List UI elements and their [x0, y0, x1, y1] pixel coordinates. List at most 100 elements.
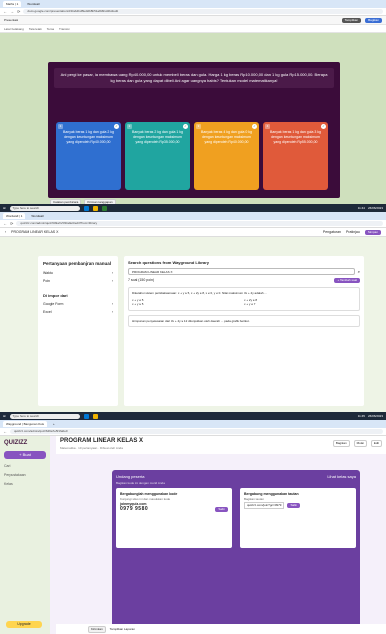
tab-inactive[interactable]: Wordwall — [24, 1, 42, 7]
answer-card[interactable]: 4 ✓ Banyak beras 1 kg dan gula 3 kg dengan… — [263, 122, 328, 190]
edit-button[interactable]: Edit — [370, 440, 382, 447]
start-button[interactable]: Mulai — [353, 440, 367, 447]
tab-label: Wordwall | 1 — [6, 214, 23, 218]
results-row: 7 soal (150 poin) + Tambah soal — [128, 278, 360, 283]
show-report-link[interactable]: Tampilkan Laporan — [110, 627, 135, 631]
reload-icon[interactable]: ⟳ — [17, 9, 20, 14]
add-question-button[interactable]: + Tambah soal — [334, 278, 360, 283]
copy-code-button[interactable]: Salin — [215, 507, 228, 512]
clock-time: 11:45 — [357, 414, 365, 418]
forward-icon[interactable]: → — [10, 9, 14, 14]
quiz-editor-panel: Wordwall | 1 Wordwall ← ⟳ quizizz.com/ad… — [0, 212, 386, 420]
address-bar: ← → ⟳ docs.google.com/presentation/d/1fa… — [0, 8, 386, 16]
join-code-box: Bergabunglah menggunakan kode Kunjungi s… — [116, 488, 232, 548]
slide-canvas[interactable]: Ani pergi ke pasar, ia membawa uang Rp40… — [48, 62, 340, 198]
toolbar-item[interactable]: Latar belakang — [4, 27, 24, 31]
quiz-header: PROGRAM LINEAR KELAS X Matematika · 10 p… — [56, 436, 386, 454]
doc-title[interactable]: Presentasi — [4, 18, 18, 22]
row-label: Excel — [43, 310, 52, 314]
tab-active[interactable]: Wayground | Bangunan Kuis — [3, 421, 48, 427]
join-link-field[interactable]: quizizz.com/join?gc=0979 — [244, 502, 285, 509]
preview-button[interactable]: Pratinjau — [346, 230, 360, 234]
clock-date: 26/06/2023 — [367, 206, 383, 210]
question-card[interactable]: Himpunan penyelesaian dari 3x + 4y ≤ 12 … — [128, 314, 360, 327]
upgrade-button[interactable]: Upgrade — [6, 621, 42, 628]
quizizz-sidebar: QUIZIZZ + Buat Cari Perpustakaan Kelas U… — [0, 436, 50, 634]
view-classes-link[interactable]: Lihat kelas saya — [327, 474, 356, 479]
chevron-icon: › — [111, 310, 113, 314]
save-button[interactable]: Simpan — [364, 229, 381, 235]
option: x + y ≥ 7 — [244, 302, 256, 306]
invite-title: Undang peserta — [116, 474, 145, 479]
sidebar-row[interactable]: Poin › — [43, 279, 113, 283]
invite-subtitle: Bagikan kode ini dengan murid Anda — [116, 481, 165, 485]
windows-taskbar: ⊞ Type here to search 11:44 26/06/2023 — [0, 204, 386, 212]
question-card[interactable]: Diketahui sistem pertidaksamaan: x + y ≤… — [128, 287, 360, 311]
search-icon[interactable]: ⌕ — [358, 269, 360, 274]
answer-cards: 1 ✓ Banyak beras 1 kg dan gula 2 kg dengan… — [56, 122, 328, 190]
tab-inactive[interactable]: Wordwall — [28, 213, 46, 219]
url-field[interactable]: docs.google.com/presentation/d/1fab4bdf9… — [23, 9, 383, 14]
create-button[interactable]: + Buat — [4, 451, 46, 459]
taskbar-search[interactable]: Type here to search — [9, 205, 80, 211]
back-arrow-icon[interactable]: ‹ — [5, 230, 6, 234]
edge-icon[interactable] — [83, 205, 89, 211]
check-icon: ✓ — [252, 124, 257, 129]
tab-active[interactable]: Wordwall | 1 — [3, 213, 26, 219]
windows-start-icon[interactable]: ⊞ — [3, 206, 6, 210]
folder-icon[interactable] — [92, 413, 98, 419]
header-actions: Bagikan Mulai Edit — [332, 440, 382, 447]
windows-start-icon[interactable]: ⊞ — [3, 414, 6, 418]
options-grid: x + y ≥ 5 x + 2y ≤ 8 x + y ≤ 5 x + y ≥ 7 — [132, 298, 356, 307]
join-link-box: Bergabung menggunakan tautan Bagikan tau… — [240, 488, 356, 548]
tab-strip: Wordwall | 1 Wordwall — [0, 212, 386, 220]
slideshow-button[interactable]: Tampilkan — [341, 17, 362, 23]
excel-icon[interactable] — [101, 205, 107, 211]
sidebar-item-search[interactable]: Cari — [4, 464, 46, 468]
chevron-icon: › — [111, 302, 113, 306]
edge-icon[interactable] — [83, 413, 89, 419]
tab-label: Maths | 1 — [6, 2, 19, 6]
chevron-icon: › — [111, 271, 113, 275]
toolbar-item[interactable]: Tata letak — [29, 27, 42, 31]
share-button[interactable]: Bagikan — [365, 17, 382, 23]
copy-link-button[interactable]: Salin — [287, 503, 301, 508]
card-text: Banyak beras 1 kg dan gula 3 kg dengan k… — [270, 130, 321, 144]
import-google-form[interactable]: Google Form › — [43, 302, 113, 306]
settings-button[interactable]: Pengaturan — [323, 230, 341, 234]
back-icon[interactable]: ← — [3, 221, 7, 226]
reload-icon[interactable]: ⟳ — [10, 221, 13, 226]
back-icon[interactable]: ← — [3, 9, 7, 14]
new-tab-button[interactable]: + — [50, 421, 58, 427]
tab-label: + — [53, 422, 55, 426]
join-code: 0979 9580 — [120, 506, 149, 512]
import-excel[interactable]: Excel › — [43, 310, 113, 314]
card-number: 2 — [127, 124, 132, 129]
import-title: Di impor dari — [43, 293, 68, 298]
submit-chip[interactable]: Kirimkan — [88, 625, 106, 633]
sidebar-item-classes[interactable]: Kelas — [4, 482, 46, 486]
share-button[interactable]: Bagikan — [332, 440, 350, 447]
answer-card[interactable]: 2 ✓ Banyak beras 2 kg dan gula 1 kg dengan… — [125, 122, 190, 190]
tab-active[interactable]: Maths | 1 — [3, 1, 22, 7]
check-icon: ✓ — [321, 124, 326, 129]
back-icon[interactable]: ← — [3, 429, 7, 434]
sidebar-title: Pertanyaan pembanjran manual — [43, 261, 112, 266]
sidebar-row[interactable]: Waktu › — [43, 271, 113, 275]
row-label: Poin — [43, 279, 51, 283]
library-search-input[interactable]: PROGRAM LINEAR KELAS X — [128, 268, 355, 275]
slides-toolbar: Latar belakang Tata letak Tema Transisi — [0, 25, 386, 33]
taskbar-search[interactable]: Type here to search — [9, 413, 80, 419]
check-icon: ✓ — [183, 124, 188, 129]
invite-participants: Undang peserta Lihat kelas saya Bagikan … — [112, 470, 360, 634]
card-text: Banyak beras 1 kg dan gula 2 kg dengan k… — [63, 130, 114, 144]
answer-card[interactable]: 3 ✓ Banyak beras 4 kg dan gula 0 kg dengan… — [194, 122, 259, 190]
answer-card[interactable]: 1 ✓ Banyak beras 1 kg dan gula 2 kg dengan… — [56, 122, 121, 190]
toolbar-item[interactable]: Tema — [47, 27, 54, 31]
toolbar-item[interactable]: Transisi — [59, 27, 69, 31]
url-field[interactable]: quizizz.com/admin/quiz/649a7e5f1fa0e0/ed… — [16, 221, 383, 226]
folder-icon[interactable] — [92, 205, 98, 211]
sidebar-item-library[interactable]: Perpustakaan — [4, 473, 46, 477]
card-number: 4 — [265, 124, 270, 129]
url-field[interactable]: quizizz.com/admin/quiz/649a7e5f1fa0e0 — [10, 429, 383, 434]
